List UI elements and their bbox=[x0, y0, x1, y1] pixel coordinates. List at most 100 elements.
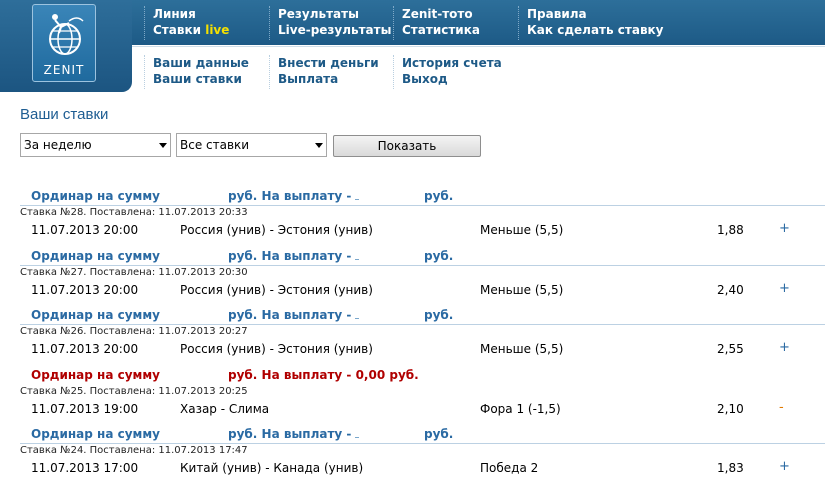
divider bbox=[20, 264, 825, 266]
bet-sum-label: руб. На выплату - 0,00 руб. bbox=[228, 367, 419, 382]
header: ZENIT Линия Ставки live Результаты Live-… bbox=[0, 0, 825, 92]
divider bbox=[20, 205, 825, 206]
nav-how-to-bet-link[interactable]: Как сделать ставку bbox=[527, 22, 664, 38]
nav-group-history: История счета Выход bbox=[393, 55, 502, 89]
period-select[interactable]: За неделю bbox=[20, 133, 171, 157]
bet-type-select[interactable]: Все ставки bbox=[176, 133, 327, 157]
bet-event-date: 11.07.2013 20:00 bbox=[31, 282, 139, 297]
bet-type-label: Ординар на сумму bbox=[31, 367, 160, 382]
dot-separator bbox=[355, 258, 359, 260]
logo[interactable]: ZENIT bbox=[32, 4, 96, 82]
bet-event-name: Россия (унив) - Эстония (унив) bbox=[180, 223, 373, 237]
bet-header: Ординар на сумму руб. На выплату - руб. bbox=[0, 305, 825, 325]
nav-live-results-link[interactable]: Live-результаты bbox=[278, 22, 391, 38]
nav-account-history-link[interactable]: История счета bbox=[402, 55, 502, 71]
divider bbox=[20, 324, 825, 325]
bet-header: Ординар на сумму руб. На выплату - руб. bbox=[0, 186, 825, 206]
dot-separator bbox=[355, 199, 359, 200]
bet-header: Ординар на сумму руб. На выплату - руб. bbox=[0, 424, 825, 444]
bet-item: Ординар на сумму руб. На выплату - руб. Ста… bbox=[0, 305, 825, 365]
bet-type-label: Ординар на сумму bbox=[31, 427, 160, 441]
bet-meta: Ставка №27. Поставлена: 11.07.2013 20:30 bbox=[20, 266, 248, 278]
expand-icon[interactable]: + bbox=[779, 340, 790, 355]
bet-event-date: 11.07.2013 20:00 bbox=[31, 223, 139, 237]
bet-event-date: 11.07.2013 17:00 bbox=[31, 461, 139, 475]
nav-bets-label: Ставки bbox=[153, 23, 202, 37]
expand-icon[interactable]: + bbox=[779, 221, 790, 236]
bet-event-name: Россия (унив) - Эстония (унив) bbox=[180, 342, 373, 356]
nav-group-results: Результаты Live-результаты bbox=[269, 6, 391, 40]
bet-odds: 2,40 bbox=[717, 282, 744, 297]
collapse-icon[interactable]: - bbox=[779, 400, 784, 415]
bet-odds: 2,10 bbox=[717, 401, 744, 416]
bet-odds: 2,55 bbox=[717, 342, 744, 356]
bet-odds: 1,83 bbox=[717, 461, 744, 475]
bet-type-select-value: Все ставки bbox=[180, 138, 250, 152]
live-label: live bbox=[205, 23, 230, 37]
bet-sum-label: руб. На выплату - bbox=[228, 427, 352, 441]
bet-meta: Ставка №25. Поставлена: 11.07.2013 20:25 bbox=[20, 385, 248, 397]
bet-meta: Ставка №24. Поставлена: 11.07.2013 17:47 bbox=[20, 445, 248, 456]
bet-row: 11.07.2013 20:00 Россия (унив) - Эстония … bbox=[0, 338, 825, 360]
nav-zenit-toto-link[interactable]: Zenit-тото bbox=[402, 6, 480, 22]
bet-event-date: 11.07.2013 20:00 bbox=[31, 342, 139, 356]
bet-item: Ординар на сумму руб. На выплату - руб. Ста… bbox=[0, 186, 825, 246]
bet-sum-label: руб. На выплату - bbox=[228, 248, 352, 263]
show-button[interactable]: Показать bbox=[333, 135, 481, 157]
bet-item: Ординар на сумму руб. На выплату - руб. Ста… bbox=[0, 424, 825, 483]
divider bbox=[132, 46, 825, 47]
logo-area: ZENIT bbox=[0, 0, 132, 92]
nav-group-line: Линия Ставки live bbox=[144, 6, 229, 40]
bet-header: Ординар на сумму руб. На выплату - 0,00 р… bbox=[0, 365, 825, 385]
divider bbox=[20, 383, 825, 385]
bet-sum-label: руб. На выплату - bbox=[228, 308, 352, 322]
bet-outcome: Меньше (5,5) bbox=[480, 342, 564, 356]
bet-payout-label: руб. bbox=[424, 308, 454, 322]
bet-header: Ординар на сумму руб. На выплату - руб. bbox=[0, 246, 825, 266]
page-title: Ваши ставки bbox=[20, 106, 109, 123]
logo-text: ZENIT bbox=[43, 63, 85, 77]
nav-line-link[interactable]: Линия bbox=[153, 6, 229, 22]
nav-your-data-link[interactable]: Ваши данные bbox=[153, 55, 249, 71]
dot-separator bbox=[355, 437, 359, 438]
bet-payout-label: руб. bbox=[424, 189, 454, 203]
bet-row: 11.07.2013 19:00 Хазар - Слима Фора 1 (-1,… bbox=[0, 398, 825, 420]
nav-statistics-link[interactable]: Статистика bbox=[402, 22, 480, 38]
nav-group-rules: Правила Как сделать ставку bbox=[518, 6, 664, 40]
nav-rules-link[interactable]: Правила bbox=[527, 6, 664, 22]
nav-results-link[interactable]: Результаты bbox=[278, 6, 391, 22]
bet-item: Ординар на сумму руб. На выплату - руб. Ста… bbox=[0, 246, 825, 306]
nav-logout-link[interactable]: Выход bbox=[402, 71, 502, 87]
nav-group-toto: Zenit-тото Статистика bbox=[393, 6, 480, 40]
bet-event-name: Россия (унив) - Эстония (унив) bbox=[180, 282, 373, 297]
bet-payout-label: руб. bbox=[424, 427, 454, 441]
bet-meta: Ставка №28. Поставлена: 11.07.2013 20:33 bbox=[20, 207, 248, 218]
bet-row: 11.07.2013 17:00 Китай (унив) - Канада (у… bbox=[0, 457, 825, 479]
bet-outcome: Меньше (5,5) bbox=[480, 223, 564, 237]
bet-outcome: Меньше (5,5) bbox=[480, 282, 564, 297]
expand-icon[interactable]: + bbox=[779, 459, 790, 474]
bet-event-name: Хазар - Слима bbox=[180, 401, 270, 416]
nav-bets-live-link[interactable]: Ставки live bbox=[153, 22, 229, 38]
bet-event-name: Китай (унив) - Канада (унив) bbox=[180, 461, 364, 475]
bet-type-label: Ординар на сумму bbox=[31, 189, 160, 203]
chevron-down-icon bbox=[315, 143, 323, 148]
bet-outcome: Победа 2 bbox=[480, 461, 539, 475]
nav-your-bets-link[interactable]: Ваши ставки bbox=[153, 71, 249, 87]
bet-payout-label: руб. bbox=[424, 248, 454, 263]
bet-sum-label: руб. На выплату - bbox=[228, 189, 352, 203]
nav-group-account: Ваши данные Ваши ставки bbox=[144, 55, 249, 89]
bet-type-label: Ординар на сумму bbox=[31, 308, 160, 322]
bet-item: Ординар на сумму руб. На выплату - 0,00 р… bbox=[0, 365, 825, 425]
dot-separator bbox=[355, 318, 359, 319]
bet-row: 11.07.2013 20:00 Россия (унив) - Эстония … bbox=[0, 279, 825, 301]
nav-withdraw-link[interactable]: Выплата bbox=[278, 71, 379, 87]
bet-meta: Ставка №26. Поставлена: 11.07.2013 20:27 bbox=[20, 326, 248, 337]
bet-outcome: Фора 1 (-1,5) bbox=[480, 401, 561, 416]
bet-type-label: Ординар на сумму bbox=[31, 248, 160, 263]
period-select-value: За неделю bbox=[24, 138, 92, 152]
nav-deposit-link[interactable]: Внести деньги bbox=[278, 55, 379, 71]
bet-odds: 1,88 bbox=[717, 223, 744, 237]
bet-event-date: 11.07.2013 19:00 bbox=[31, 401, 139, 416]
expand-icon[interactable]: + bbox=[779, 281, 790, 296]
